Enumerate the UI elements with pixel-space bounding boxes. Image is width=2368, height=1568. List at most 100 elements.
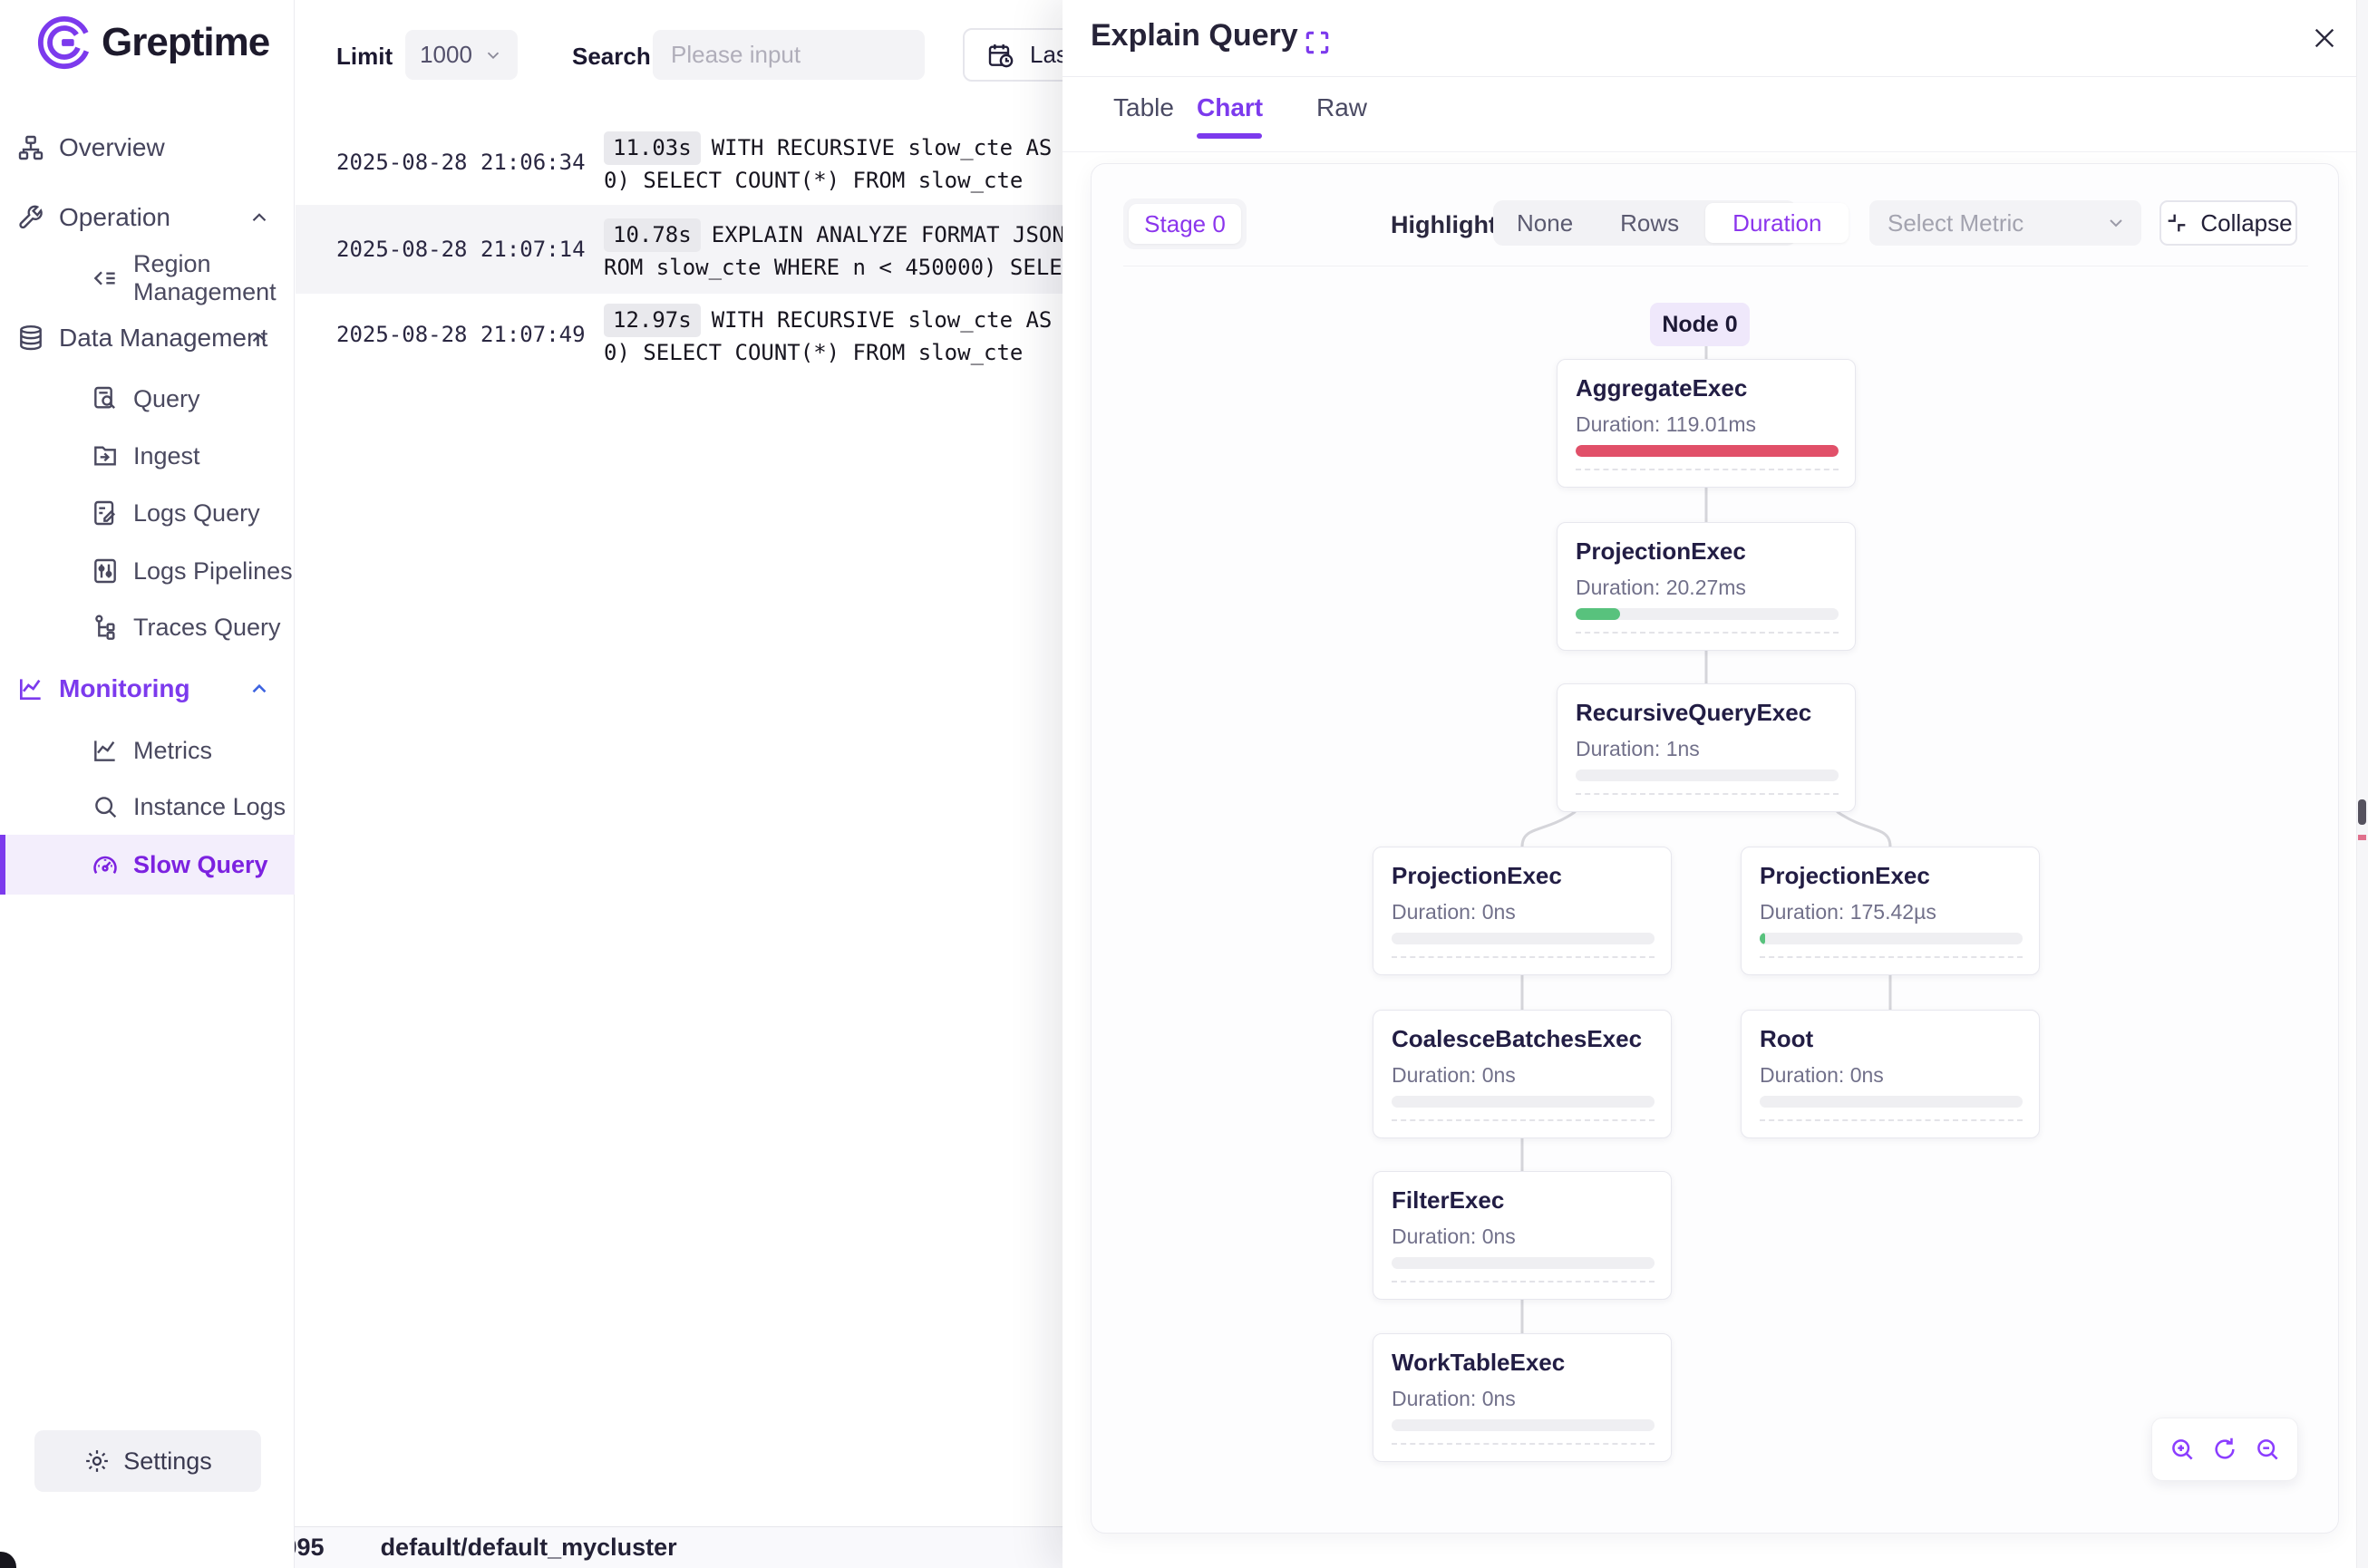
metric-select[interactable]: Select Metric xyxy=(1869,200,2141,246)
query-line2: 0) SELECT COUNT(*) FROM slow_cte xyxy=(604,168,1023,193)
sidebar-item-region-management[interactable]: Region Management xyxy=(0,249,295,307)
node-title: WorkTableExec xyxy=(1392,1349,1565,1377)
stage-tab[interactable]: Stage 0 xyxy=(1129,204,1241,244)
plan-node-recursive-query-exec[interactable]: RecursiveQueryExec Duration: 1ns xyxy=(1557,683,1856,812)
plan-node-aggregate-exec[interactable]: AggregateExec Duration: 119.01ms xyxy=(1557,359,1856,488)
slow-query-row[interactable]: 2025-08-28 21:06:34 11.03sWITH RECURSIVE… xyxy=(296,121,1063,205)
collapse-icon xyxy=(2164,210,2189,236)
node-divider xyxy=(1576,469,1839,470)
node-divider xyxy=(1392,956,1655,958)
plan-node-filter-exec[interactable]: FilterExec Duration: 0ns xyxy=(1373,1171,1672,1300)
sidebar-item-logs-pipelines[interactable]: Logs Pipelines xyxy=(0,542,295,600)
query-timestamp: 2025-08-28 21:07:14 xyxy=(336,237,586,262)
sidebar-item-operation[interactable]: Operation xyxy=(0,189,295,247)
time-range-button[interactable]: Last xyxy=(963,28,1063,82)
query-doc-icon xyxy=(91,384,120,413)
flow-zoom-toolbar xyxy=(2151,1418,2298,1481)
sidebar-item-label: Ingest xyxy=(133,442,200,470)
tab-chart[interactable]: Chart xyxy=(1197,93,1263,122)
sidebar-item-instance-logs[interactable]: Instance Logs xyxy=(0,778,295,836)
duration-bar-fill xyxy=(1760,933,1765,944)
duration-bar-track xyxy=(1576,608,1839,620)
node-divider xyxy=(1392,1281,1655,1282)
metric-placeholder: Select Metric xyxy=(1888,209,2023,237)
slow-query-row[interactable]: 2025-08-28 21:07:14 10.78sEXPLAIN ANALYZ… xyxy=(296,205,1063,294)
chevron-down-icon xyxy=(2105,212,2127,234)
plan-node-root[interactable]: Root Duration: 0ns xyxy=(1741,1010,2040,1138)
node-title: FilterExec xyxy=(1392,1186,1504,1215)
tab-table[interactable]: Table xyxy=(1113,93,1174,122)
plan-node-projection-exec-right[interactable]: ProjectionExec Duration: 175.42µs xyxy=(1741,847,2040,975)
panel-title: Explain Query xyxy=(1091,18,1298,53)
sidebar-item-query[interactable]: Query xyxy=(0,370,295,428)
search-input[interactable] xyxy=(653,30,925,80)
duration-bar-fill xyxy=(1576,608,1620,620)
sidebar-item-overview[interactable]: Overview xyxy=(0,119,295,177)
node-divider xyxy=(1760,956,2023,958)
highlight-option-rows[interactable]: Rows xyxy=(1596,209,1703,237)
plan-node-projection-exec[interactable]: ProjectionExec Duration: 20.27ms xyxy=(1557,522,1856,651)
node-divider xyxy=(1760,1119,2023,1121)
ingest-icon xyxy=(91,441,120,470)
sidebar-item-ingest[interactable]: Ingest xyxy=(0,427,295,485)
sidebar-item-label: Logs Query xyxy=(133,499,260,528)
chevron-up-icon[interactable] xyxy=(247,677,271,701)
duration-bar-track xyxy=(1392,1257,1655,1269)
sidebar-item-label: Overview xyxy=(59,133,165,162)
node-divider xyxy=(1392,1443,1655,1445)
slow-query-row[interactable]: 2025-08-28 21:07:49 12.97sWITH RECURSIVE… xyxy=(296,294,1063,377)
sidebar-item-metrics[interactable]: Metrics xyxy=(0,721,295,779)
reset-view-icon[interactable] xyxy=(2210,1435,2239,1464)
sidebar-item-monitoring[interactable]: Monitoring xyxy=(0,660,295,718)
zoom-in-icon[interactable] xyxy=(2168,1435,2197,1464)
sidebar-item-label: Instance Logs xyxy=(133,793,286,821)
brand-name: Greptime xyxy=(102,20,269,65)
time-range-label: Last xyxy=(1030,41,1063,69)
node-title: CoalesceBatchesExec xyxy=(1392,1025,1642,1053)
node-duration: Duration: 175.42µs xyxy=(1760,900,1936,924)
tab-raw[interactable]: Raw xyxy=(1316,93,1367,122)
sitemap-icon xyxy=(16,133,45,162)
limit-select[interactable]: 1000 xyxy=(405,30,518,80)
zoom-out-icon[interactable] xyxy=(2253,1435,2282,1464)
duration-bar-track xyxy=(1576,769,1839,781)
limit-label: Limit xyxy=(336,43,393,71)
database-icon xyxy=(16,324,45,353)
brand-logo[interactable]: Greptime xyxy=(36,15,269,71)
query-line2: 0) SELECT COUNT(*) FROM slow_cte xyxy=(604,340,1023,365)
sidebar-item-data-management[interactable]: Data Management xyxy=(0,309,295,367)
metrics-chart-icon xyxy=(91,736,120,765)
node-duration: Duration: 0ns xyxy=(1392,1224,1516,1249)
collapse-label: Collapse xyxy=(2200,209,2292,237)
sidebar-item-traces-query[interactable]: Traces Query xyxy=(0,598,295,656)
highlight-option-none[interactable]: None xyxy=(1493,209,1596,237)
duration-badge: 10.78s xyxy=(604,218,701,252)
highlight-option-duration[interactable]: Duration xyxy=(1705,203,1849,243)
logs-query-icon xyxy=(91,498,120,528)
scrollbar-thumb[interactable] xyxy=(2358,799,2366,825)
query-text: 10.78sEXPLAIN ANALYZE FORMAT JSON WITH R… xyxy=(604,218,1063,284)
node-title: ProjectionExec xyxy=(1760,862,1930,890)
plan-node-coalesce-batches-exec[interactable]: CoalesceBatchesExec Duration: 0ns xyxy=(1373,1010,1672,1138)
duration-badge: 11.03s xyxy=(604,131,701,165)
plan-node-projection-exec-left[interactable]: ProjectionExec Duration: 0ns xyxy=(1373,847,1672,975)
sidebar-item-logs-query[interactable]: Logs Query xyxy=(0,484,295,542)
plan-node-work-table-exec[interactable]: WorkTableExec Duration: 0ns xyxy=(1373,1333,1672,1462)
close-icon[interactable] xyxy=(2310,24,2339,53)
query-line1: WITH RECURSIVE slow_cte AS (SELE xyxy=(712,307,1063,333)
node-title: ProjectionExec xyxy=(1392,862,1562,890)
node-duration: Duration: 119.01ms xyxy=(1576,412,1756,437)
fullscreen-icon[interactable] xyxy=(1303,28,1332,57)
sidebar-item-slow-query[interactable]: Slow Query xyxy=(0,835,295,895)
query-line1: WITH RECURSIVE slow_cte AS (SELE xyxy=(712,135,1063,160)
chevron-up-icon[interactable] xyxy=(247,206,271,229)
settings-button[interactable]: Settings xyxy=(34,1430,261,1492)
sidebar-item-label: Traces Query xyxy=(133,614,281,642)
scrollbar[interactable] xyxy=(2356,0,2368,1568)
collapse-button[interactable]: Collapse xyxy=(2159,200,2297,246)
sidebar-item-label: Data Management xyxy=(59,324,267,353)
node-title: ProjectionExec xyxy=(1576,537,1746,566)
chevron-up-icon[interactable] xyxy=(247,326,271,350)
node-title: Root xyxy=(1760,1025,1813,1053)
duration-bar-track xyxy=(1760,1096,2023,1108)
